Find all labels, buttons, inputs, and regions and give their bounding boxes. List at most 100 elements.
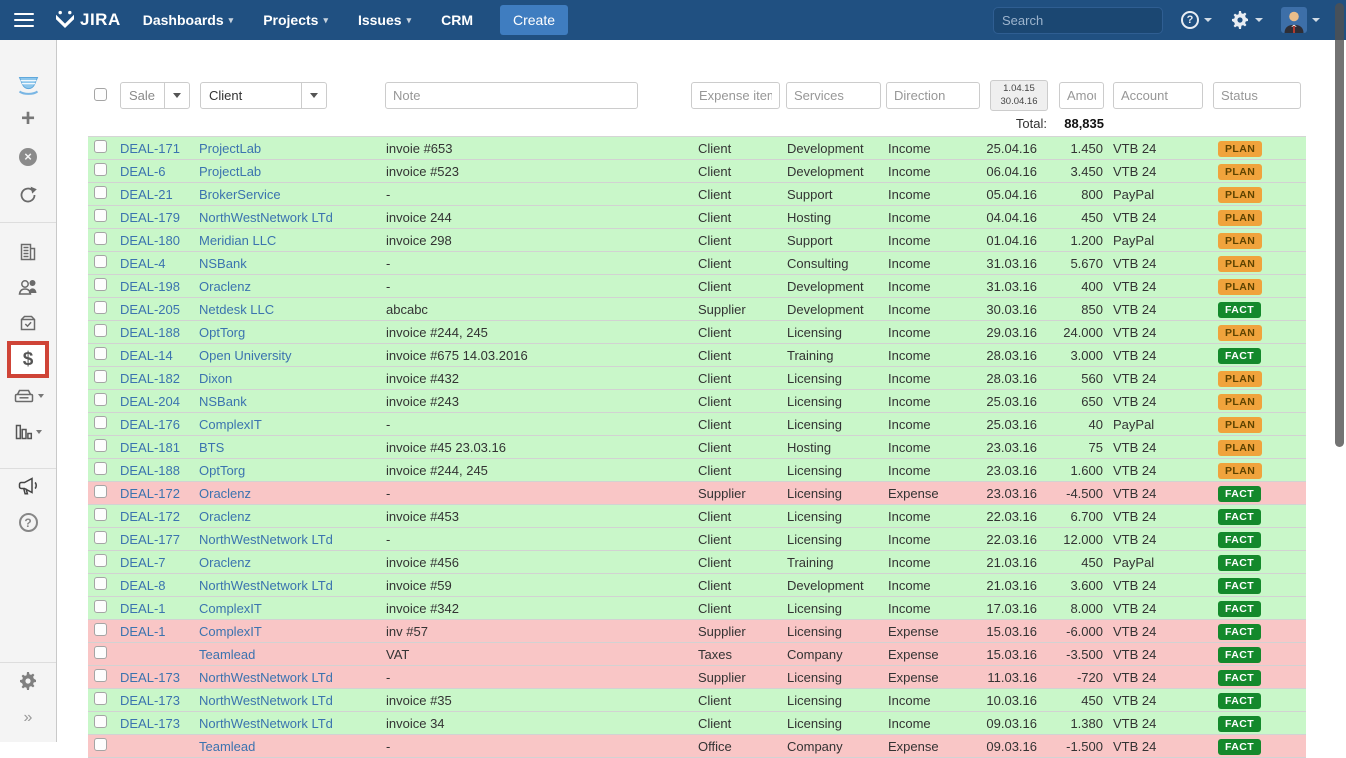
row-checkbox[interactable] [94,462,107,475]
table-row[interactable]: DEAL-181 BTS invoice #45 23.03.16 Client… [88,436,1306,459]
row-checkbox[interactable] [94,140,107,153]
sidebar-item-invoices[interactable] [0,387,56,404]
sidebar-cancel-button[interactable]: × [0,148,56,166]
row-checkbox[interactable] [94,163,107,176]
client-link[interactable]: OptTorg [199,325,245,340]
row-checkbox[interactable] [94,577,107,590]
row-checkbox[interactable] [94,347,107,360]
sidebar-item-companies[interactable] [0,242,56,262]
client-link[interactable]: ProjectLab [199,141,261,156]
table-row[interactable]: DEAL-8 NorthWestNetwork LTd invoice #59 … [88,574,1306,597]
sidebar-help-button[interactable]: ? [0,513,56,532]
client-link[interactable]: OptTorg [199,463,245,478]
deal-link[interactable]: DEAL-173 [120,716,180,731]
account-filter-input[interactable] [1113,82,1203,109]
deal-link[interactable]: DEAL-6 [120,164,166,179]
menu-item[interactable]: CRM [441,12,478,28]
row-checkbox[interactable] [94,278,107,291]
table-row[interactable]: DEAL-188 OptTorg invoice #244, 245 Clien… [88,321,1306,344]
menu-item[interactable]: Issues ▾ [358,12,411,28]
table-row[interactable]: DEAL-180 Meridian LLC invoice 298 Client… [88,229,1306,252]
deal-link[interactable]: DEAL-205 [120,302,180,317]
search-box[interactable] [993,7,1163,34]
client-link[interactable]: ComplexIT [199,624,262,639]
row-checkbox[interactable] [94,232,107,245]
sidebar-expand-button[interactable]: » [0,709,56,727]
table-row[interactable]: DEAL-173 NorthWestNetwork LTd invoice 34… [88,712,1306,735]
deal-link[interactable]: DEAL-172 [120,509,180,524]
sidebar-item-transactions-selected[interactable]: $ [7,341,49,378]
deal-link[interactable]: DEAL-204 [120,394,180,409]
client-link[interactable]: Netdesk LLC [199,302,274,317]
row-checkbox[interactable] [94,738,107,751]
table-row[interactable]: DEAL-173 NorthWestNetwork LTd - Supplier… [88,666,1306,689]
table-row[interactable]: DEAL-172 Oraclenz - Supplier Licensing E… [88,482,1306,505]
client-link[interactable]: Open University [199,348,291,363]
create-button[interactable]: Create [500,5,568,35]
row-checkbox[interactable] [94,623,107,636]
select-all-checkbox[interactable] [94,88,107,101]
client-link[interactable]: ProjectLab [199,164,261,179]
deal-link[interactable]: DEAL-188 [120,463,180,478]
dropdown-arrow-icon[interactable] [301,83,326,108]
row-checkbox[interactable] [94,531,107,544]
sidebar-item-contacts[interactable] [0,277,56,297]
row-checkbox[interactable] [94,393,107,406]
table-row[interactable]: DEAL-1 ComplexIT inv #57 Supplier Licens… [88,620,1306,643]
client-link[interactable]: NorthWestNetwork LTd [199,693,333,708]
row-checkbox[interactable] [94,554,107,567]
settings-menu[interactable] [1230,10,1263,30]
menu-item[interactable]: Projects ▾ [263,12,328,28]
table-row[interactable]: DEAL-205 Netdesk LLC abcabc Supplier Dev… [88,298,1306,321]
search-input[interactable] [994,13,1186,28]
date-range-button[interactable]: 1.04.15 30.04.16 [990,80,1048,111]
row-checkbox[interactable] [94,370,107,383]
deal-link[interactable]: DEAL-4 [120,256,166,271]
amount-filter-input[interactable] [1059,82,1104,109]
deal-link[interactable]: DEAL-188 [120,325,180,340]
row-checkbox[interactable] [94,669,107,682]
table-row[interactable]: DEAL-171 ProjectLab invoie #653 Client D… [88,137,1306,160]
client-link[interactable]: NSBank [199,256,247,271]
table-row[interactable]: DEAL-198 Oraclenz - Client Development I… [88,275,1306,298]
client-link[interactable]: NorthWestNetwork LTd [199,716,333,731]
deal-link[interactable]: DEAL-182 [120,371,180,386]
deal-link[interactable]: DEAL-7 [120,555,166,570]
sidebar-add-button[interactable]: + [0,110,56,128]
deal-link[interactable]: DEAL-179 [120,210,180,225]
client-link[interactable]: Teamlead [199,647,255,662]
table-row[interactable]: DEAL-188 OptTorg invoice #244, 245 Clien… [88,459,1306,482]
row-checkbox[interactable] [94,485,107,498]
row-checkbox[interactable] [94,600,107,613]
table-row[interactable]: DEAL-1 ComplexIT invoice #342 Client Lic… [88,597,1306,620]
client-link[interactable]: ComplexIT [199,601,262,616]
table-row[interactable]: Teamlead - Office Company Expense 09.03.… [88,735,1306,758]
client-link[interactable]: NorthWestNetwork LTd [199,670,333,685]
sidebar-settings-button[interactable] [0,671,56,691]
client-link[interactable]: Dixon [199,371,232,386]
client-link[interactable]: Oraclenz [199,555,251,570]
client-link[interactable]: ComplexIT [199,417,262,432]
deal-link[interactable]: DEAL-173 [120,693,180,708]
client-link[interactable]: BTS [199,440,224,455]
deal-link[interactable]: DEAL-172 [120,486,180,501]
deal-link[interactable]: DEAL-173 [120,670,180,685]
client-link[interactable]: NSBank [199,394,247,409]
deal-link[interactable]: DEAL-181 [120,440,180,455]
client-link[interactable]: NorthWestNetwork LTd [199,532,333,547]
sidebar-redo-button[interactable] [0,185,56,205]
table-row[interactable]: DEAL-177 NorthWestNetwork LTd - Client L… [88,528,1306,551]
jira-logo[interactable]: JIRA [54,9,121,31]
row-checkbox[interactable] [94,209,107,222]
sidebar-item-reports[interactable] [0,423,56,441]
deal-link[interactable]: DEAL-198 [120,279,180,294]
row-checkbox[interactable] [94,508,107,521]
status-filter-input[interactable] [1213,82,1301,109]
note-filter-input[interactable] [385,82,638,109]
deal-link[interactable]: DEAL-21 [120,187,173,202]
deal-link[interactable]: DEAL-1 [120,624,166,639]
client-link[interactable]: Teamlead [199,739,255,754]
row-checkbox[interactable] [94,646,107,659]
client-link[interactable]: NorthWestNetwork LTd [199,578,333,593]
table-row[interactable]: DEAL-179 NorthWestNetwork LTd invoice 24… [88,206,1306,229]
